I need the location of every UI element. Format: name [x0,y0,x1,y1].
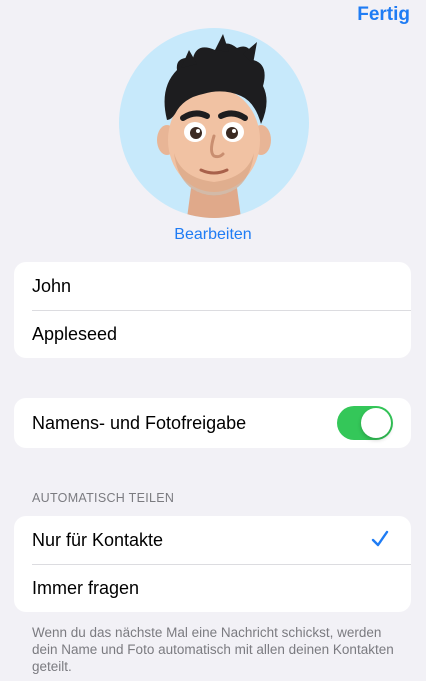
done-button[interactable]: Fertig [357,4,410,26]
memoji-avatar-icon [157,34,271,218]
toggle-knob [361,408,391,438]
first-name-value: John [32,275,72,296]
last-name-value: Appleseed [32,323,118,344]
option-always-ask-label: Immer fragen [32,577,140,598]
first-name-field[interactable]: John [14,262,411,310]
name-card: John Appleseed [14,262,411,358]
name-photo-sharing-label: Namens- und Fotofreigabe [32,412,247,433]
avatar[interactable] [119,28,309,218]
option-always-ask[interactable]: Immer fragen [14,564,411,612]
auto-share-card: Nur für Kontakte Immer fragen [14,516,411,612]
edit-avatar-link[interactable]: Bearbeiten [0,226,426,244]
name-photo-sharing-row: Namens- und Fotofreigabe [14,398,411,448]
auto-share-section-header: AUTOMATISCH TEILEN [32,491,175,505]
sharing-card: Namens- und Fotofreigabe [14,398,411,448]
checkmark-icon [371,530,389,547]
name-photo-sharing-toggle[interactable] [337,406,393,440]
last-name-field[interactable]: Appleseed [14,310,411,358]
option-contacts-only[interactable]: Nur für Kontakte [14,516,411,564]
option-contacts-only-label: Nur für Kontakte [32,529,164,550]
auto-share-footer-note: Wenn du das nächste Mal eine Nachricht s… [32,625,394,674]
